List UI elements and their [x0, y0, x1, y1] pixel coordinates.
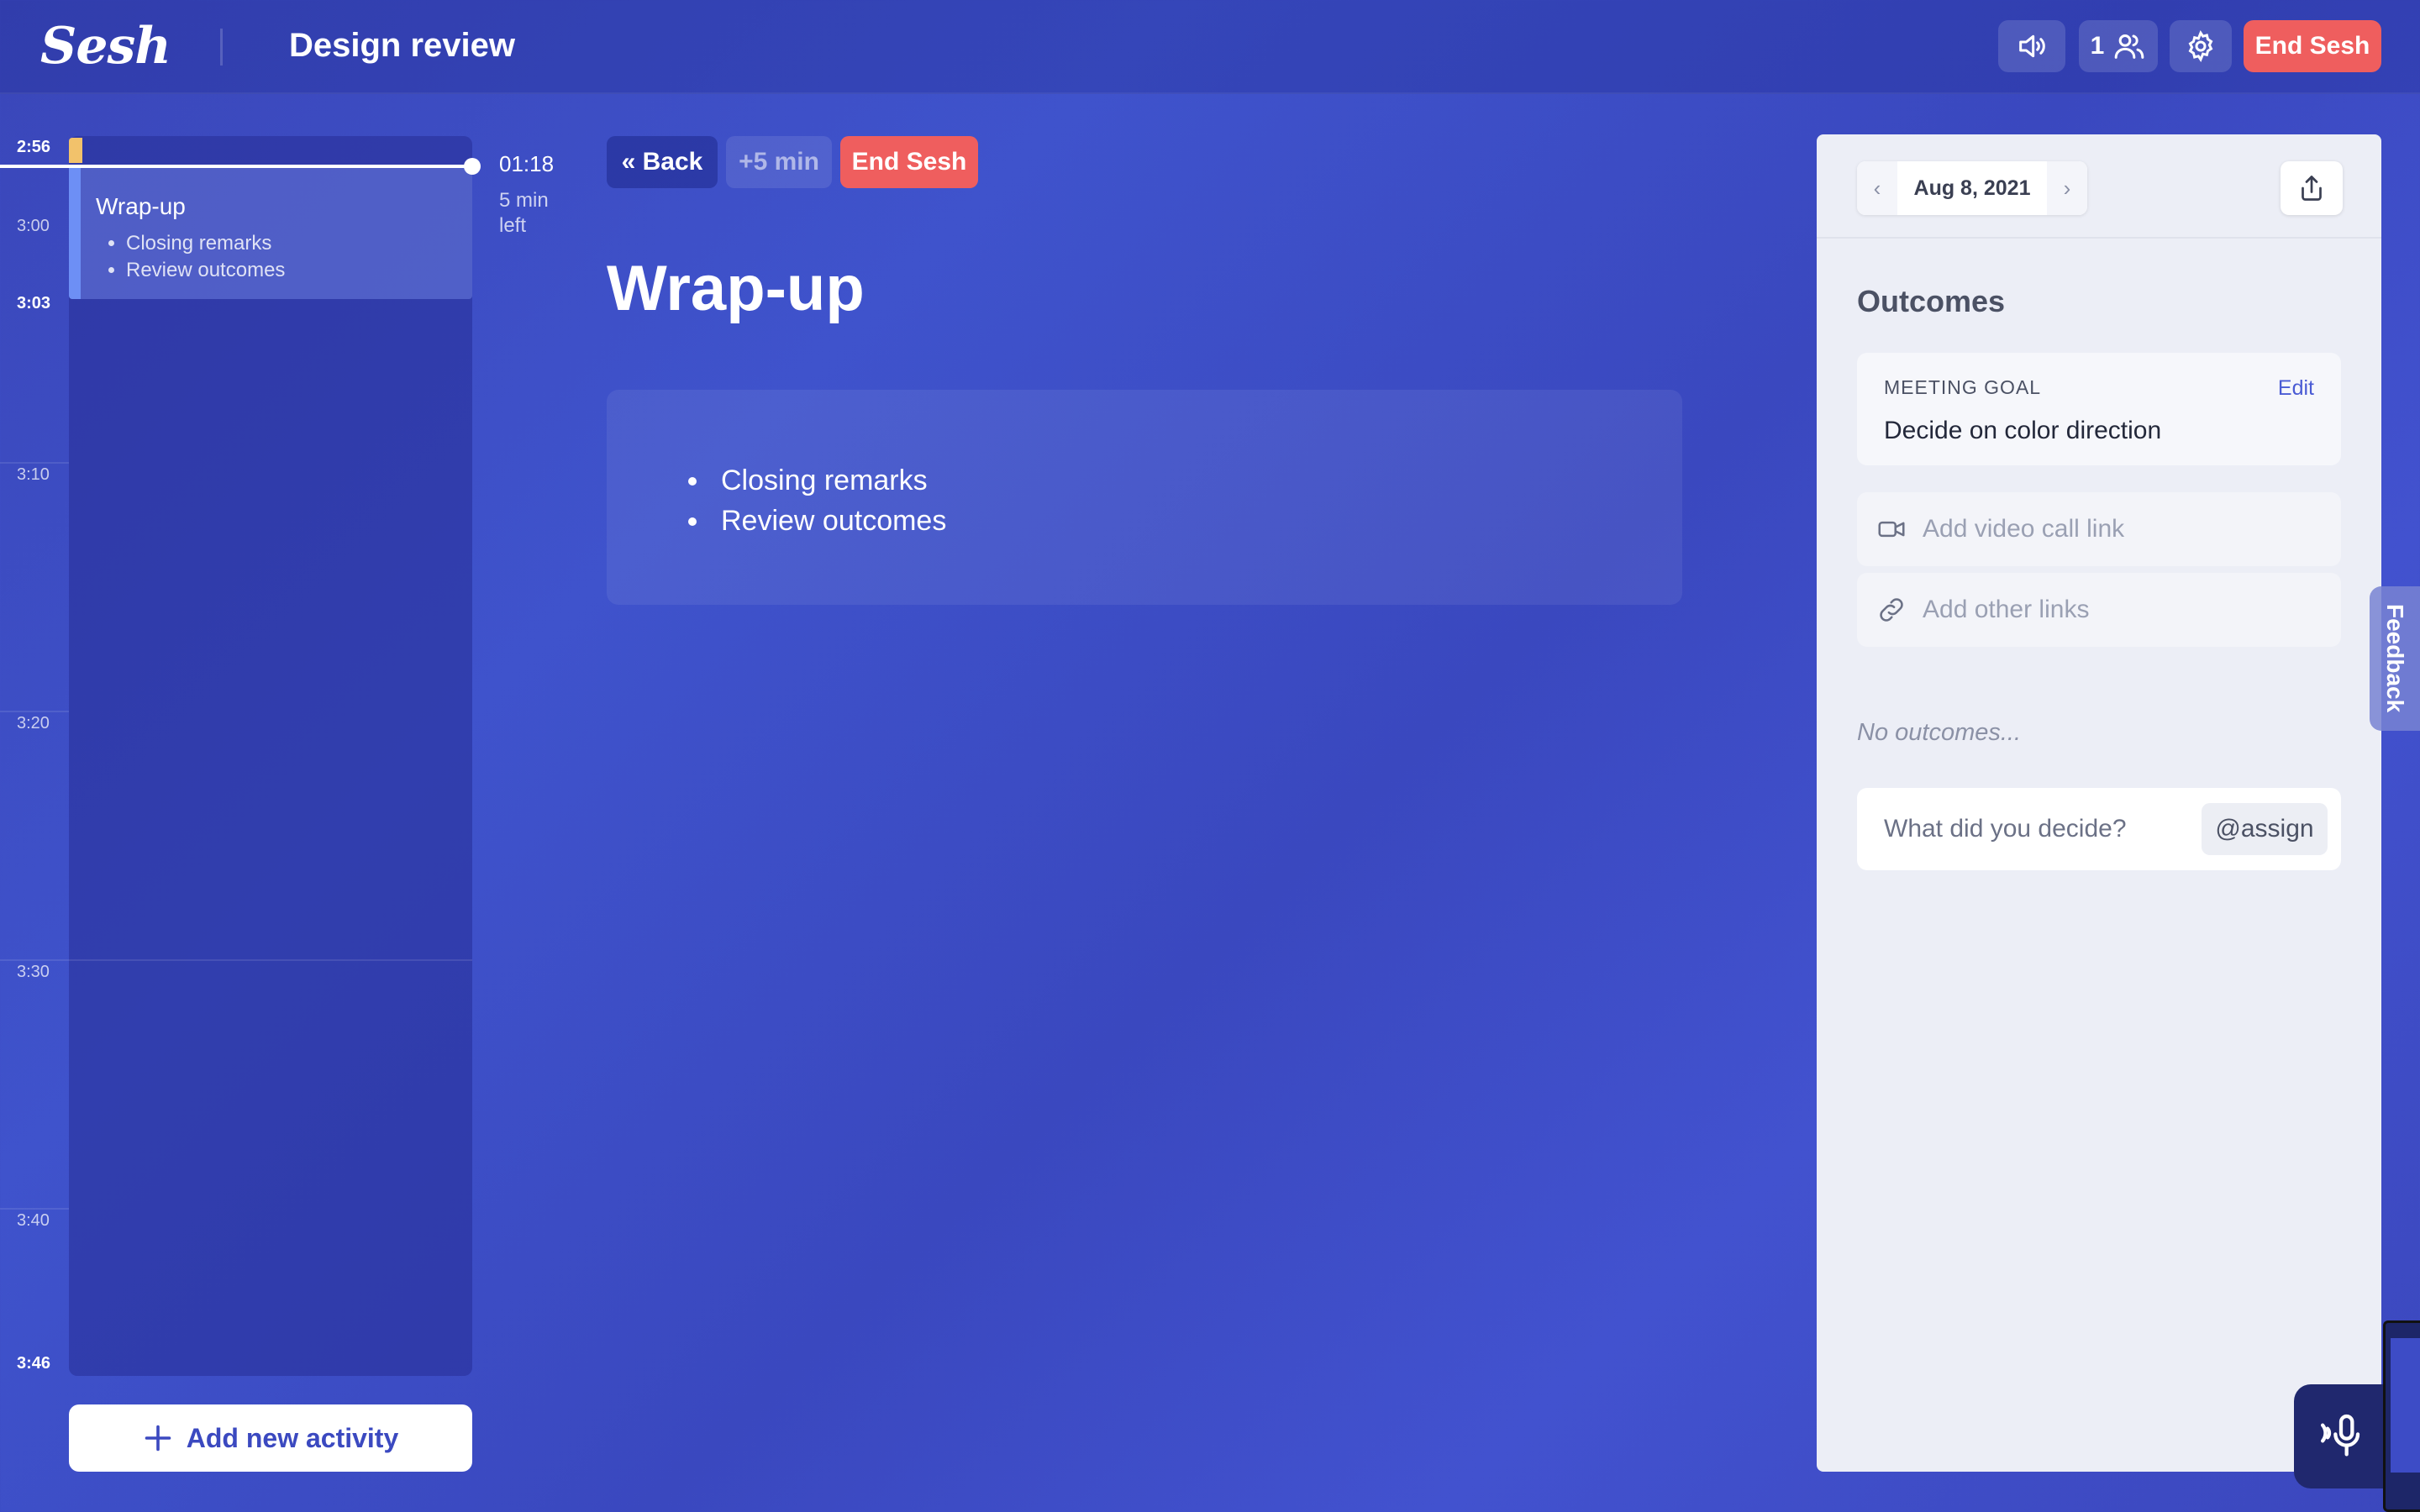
- timeline-gridline: [0, 711, 69, 712]
- meeting-goal-label: MEETING GOAL: [1884, 376, 2042, 398]
- add-five-minutes-button[interactable]: +5 min: [726, 136, 832, 188]
- timeline-tick: 3:30: [17, 963, 50, 981]
- elapsed-timer: 01:18: [499, 151, 555, 176]
- participants-count: 1: [2090, 32, 2105, 60]
- other-links-field[interactable]: Add other links: [1857, 573, 2341, 647]
- no-outcomes-text: No outcomes...: [1857, 719, 2022, 746]
- timeline-gridline: [0, 959, 472, 961]
- participants-button[interactable]: 1: [2079, 20, 2158, 72]
- meeting-goal-value: Decide on color direction: [1884, 417, 2162, 444]
- video-call-link-field[interactable]: Add video call link: [1857, 492, 2341, 566]
- end-sesh-button[interactable]: End Sesh: [840, 136, 978, 188]
- app-logo[interactable]: Sesh: [40, 17, 171, 76]
- speaker-icon: [2019, 34, 2045, 58]
- activity-item: Review outcomes: [126, 257, 472, 284]
- screen-preview-thumbnail[interactable]: [2383, 1320, 2420, 1512]
- chevron-left-icon: ‹: [1873, 175, 1881, 201]
- prev-date-button[interactable]: ‹: [1857, 161, 1897, 215]
- activity-notes-list: Closing remarks Review outcomes: [711, 460, 946, 541]
- feedback-tab[interactable]: Feedback: [2370, 586, 2420, 731]
- timeline-tick: 3:00: [17, 217, 50, 235]
- share-button[interactable]: [2281, 161, 2343, 215]
- next-date-button[interactable]: ›: [2047, 161, 2087, 215]
- time-left-label: 5 min left: [499, 189, 549, 237]
- current-time-line: [0, 165, 472, 168]
- activity-title: Wrap-up: [96, 193, 186, 219]
- add-activity-button[interactable]: Add new activity: [69, 1404, 472, 1472]
- gear-icon: [2188, 29, 2213, 63]
- settings-button[interactable]: [2170, 20, 2232, 72]
- header-divider: [220, 29, 223, 66]
- date-label[interactable]: Aug 8, 2021: [1897, 176, 2047, 201]
- note-item: Closing remarks: [711, 460, 946, 501]
- date-navigator: ‹ Aug 8, 2021 ›: [1857, 161, 2087, 215]
- activity-heading[interactable]: Wrap-up: [607, 252, 865, 325]
- timeline-tick: 3:46: [17, 1354, 51, 1373]
- feedback-label: Feedback: [2382, 604, 2408, 713]
- voice-button[interactable]: [2294, 1384, 2388, 1488]
- timeline-tick: 2:56: [17, 138, 51, 156]
- activity-item: Closing remarks: [126, 230, 472, 257]
- timeline-track[interactable]: [69, 136, 472, 1376]
- preview-content: [2391, 1338, 2420, 1473]
- note-item: Review outcomes: [711, 501, 946, 541]
- other-links-placeholder: Add other links: [1923, 596, 2090, 623]
- previous-activity-block[interactable]: [69, 138, 82, 163]
- sound-button[interactable]: [1998, 20, 2065, 72]
- outcomes-heading: Outcomes: [1857, 284, 2006, 318]
- add-activity-label: Add new activity: [186, 1422, 399, 1453]
- outcomes-panel: ‹ Aug 8, 2021 › Outcomes MEETING GOAL Ed…: [1817, 134, 2381, 1472]
- microphone-icon: [2321, 1414, 2360, 1457]
- video-camera-icon: [1878, 521, 1905, 538]
- timeline-tick: 3:20: [17, 714, 50, 732]
- share-icon: [2302, 176, 2322, 201]
- top-bar: Sesh Design review 1 End Sesh: [0, 0, 2420, 94]
- timeline-tick: 3:03: [17, 294, 51, 312]
- decision-placeholder: What did you decide?: [1884, 815, 2127, 843]
- current-time-marker: [464, 158, 481, 175]
- link-icon: [1880, 598, 1903, 622]
- people-icon: [2115, 34, 2144, 59]
- timeline-tick: 3:10: [17, 465, 50, 484]
- end-sesh-header-button[interactable]: End Sesh: [2244, 20, 2381, 72]
- decision-input[interactable]: What did you decide? @assign: [1857, 788, 2341, 870]
- timeline-tick: 3:40: [17, 1211, 50, 1230]
- session-title[interactable]: Design review: [289, 27, 515, 65]
- meeting-goal-card: MEETING GOAL Edit Decide on color direct…: [1857, 353, 2341, 465]
- chevron-right-icon: ›: [2063, 175, 2071, 201]
- assign-button[interactable]: @assign: [2202, 803, 2328, 855]
- timeline-gridline: [0, 462, 69, 464]
- activity-items: Closing remarks Review outcomes: [126, 230, 472, 284]
- video-call-placeholder: Add video call link: [1923, 515, 2125, 543]
- current-activity-card[interactable]: Wrap-up Closing remarks Review outcomes: [69, 168, 472, 299]
- plus-icon: [145, 1425, 171, 1452]
- edit-goal-link[interactable]: Edit: [2278, 376, 2314, 401]
- back-button[interactable]: « Back: [607, 136, 718, 188]
- timeline-gridline: [0, 1208, 69, 1210]
